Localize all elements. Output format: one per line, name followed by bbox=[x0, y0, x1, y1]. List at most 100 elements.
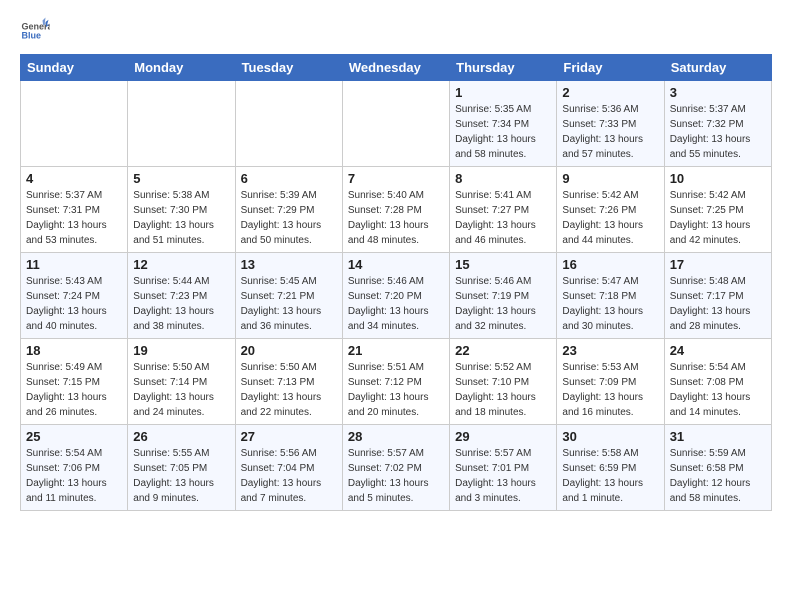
day-number: 24 bbox=[670, 343, 766, 358]
day-info: Sunrise: 5:59 AM Sunset: 6:58 PM Dayligh… bbox=[670, 446, 766, 506]
calendar-cell: 6 Sunrise: 5:39 AM Sunset: 7:29 PM Daylig… bbox=[235, 167, 342, 253]
day-number: 30 bbox=[562, 429, 658, 444]
day-number: 1 bbox=[455, 85, 551, 100]
day-number: 3 bbox=[670, 85, 766, 100]
day-info: Sunrise: 5:38 AM Sunset: 7:30 PM Dayligh… bbox=[133, 188, 229, 248]
calendar-cell: 10Sunrise: 5:42 AM Sunset: 7:25 PM Dayli… bbox=[664, 167, 771, 253]
calendar-cell: 29 Sunrise: 5:57 AM Sunset: 7:01 PM Dayli… bbox=[450, 425, 557, 511]
calendar-cell: 4 Sunrise: 5:37 AM Sunset: 7:31 PM Daylig… bbox=[21, 167, 128, 253]
calendar-cell: 30 Sunrise: 5:58 AM Sunset: 6:59 PM Dayli… bbox=[557, 425, 664, 511]
day-info: Sunrise: 5:49 AM Sunset: 7:15 PM Dayligh… bbox=[26, 360, 122, 420]
day-info: Sunrise: 5:42 AM Sunset: 7:26 PM Dayligh… bbox=[562, 188, 658, 248]
day-info: Sunrise: 5:51 AM Sunset: 7:12 PM Dayligh… bbox=[348, 360, 444, 420]
calendar-cell bbox=[21, 81, 128, 167]
calendar-cell: 27 Sunrise: 5:56 AM Sunset: 7:04 PM Dayli… bbox=[235, 425, 342, 511]
calendar-cell: 13Sunrise: 5:45 AM Sunset: 7:21 PM Dayli… bbox=[235, 253, 342, 339]
day-number: 16 bbox=[562, 257, 658, 272]
calendar-cell: 21 Sunrise: 5:51 AM Sunset: 7:12 PM Dayli… bbox=[342, 339, 449, 425]
calendar-cell: 25 Sunrise: 5:54 AM Sunset: 7:06 PM Dayli… bbox=[21, 425, 128, 511]
svg-text:Blue: Blue bbox=[22, 31, 42, 41]
calendar-cell: 20 Sunrise: 5:50 AM Sunset: 7:13 PM Dayli… bbox=[235, 339, 342, 425]
day-number: 2 bbox=[562, 85, 658, 100]
day-number: 21 bbox=[348, 343, 444, 358]
day-info: Sunrise: 5:52 AM Sunset: 7:10 PM Dayligh… bbox=[455, 360, 551, 420]
day-number: 9 bbox=[562, 171, 658, 186]
calendar-cell: 17Sunrise: 5:48 AM Sunset: 7:17 PM Dayli… bbox=[664, 253, 771, 339]
day-info: Sunrise: 5:42 AM Sunset: 7:25 PM Dayligh… bbox=[670, 188, 766, 248]
day-info: Sunrise: 5:35 AM Sunset: 7:34 PM Dayligh… bbox=[455, 102, 551, 162]
day-number: 28 bbox=[348, 429, 444, 444]
weekday-header-row: SundayMondayTuesdayWednesdayThursdayFrid… bbox=[21, 55, 772, 81]
calendar-cell: 7Sunrise: 5:40 AM Sunset: 7:28 PM Daylig… bbox=[342, 167, 449, 253]
weekday-header: Saturday bbox=[664, 55, 771, 81]
weekday-header: Monday bbox=[128, 55, 235, 81]
day-number: 4 bbox=[26, 171, 122, 186]
day-info: Sunrise: 5:57 AM Sunset: 7:01 PM Dayligh… bbox=[455, 446, 551, 506]
weekday-header: Friday bbox=[557, 55, 664, 81]
calendar-cell bbox=[342, 81, 449, 167]
calendar-cell: 8 Sunrise: 5:41 AM Sunset: 7:27 PM Daylig… bbox=[450, 167, 557, 253]
calendar-cell: 26 Sunrise: 5:55 AM Sunset: 7:05 PM Dayli… bbox=[128, 425, 235, 511]
day-number: 6 bbox=[241, 171, 337, 186]
calendar-cell: 28Sunrise: 5:57 AM Sunset: 7:02 PM Dayli… bbox=[342, 425, 449, 511]
day-info: Sunrise: 5:58 AM Sunset: 6:59 PM Dayligh… bbox=[562, 446, 658, 506]
calendar-week-row: 25 Sunrise: 5:54 AM Sunset: 7:06 PM Dayli… bbox=[21, 425, 772, 511]
day-number: 27 bbox=[241, 429, 337, 444]
calendar-cell: 3 Sunrise: 5:37 AM Sunset: 7:32 PM Daylig… bbox=[664, 81, 771, 167]
calendar-week-row: 4 Sunrise: 5:37 AM Sunset: 7:31 PM Daylig… bbox=[21, 167, 772, 253]
calendar-cell bbox=[235, 81, 342, 167]
day-number: 12 bbox=[133, 257, 229, 272]
calendar-cell: 5 Sunrise: 5:38 AM Sunset: 7:30 PM Daylig… bbox=[128, 167, 235, 253]
calendar-cell: 9 Sunrise: 5:42 AM Sunset: 7:26 PM Daylig… bbox=[557, 167, 664, 253]
day-number: 13 bbox=[241, 257, 337, 272]
calendar-week-row: 1 Sunrise: 5:35 AM Sunset: 7:34 PM Daylig… bbox=[21, 81, 772, 167]
calendar-cell: 18Sunrise: 5:49 AM Sunset: 7:15 PM Dayli… bbox=[21, 339, 128, 425]
calendar-week-row: 18Sunrise: 5:49 AM Sunset: 7:15 PM Dayli… bbox=[21, 339, 772, 425]
weekday-header: Wednesday bbox=[342, 55, 449, 81]
calendar-cell: 19Sunrise: 5:50 AM Sunset: 7:14 PM Dayli… bbox=[128, 339, 235, 425]
day-info: Sunrise: 5:53 AM Sunset: 7:09 PM Dayligh… bbox=[562, 360, 658, 420]
day-info: Sunrise: 5:43 AM Sunset: 7:24 PM Dayligh… bbox=[26, 274, 122, 334]
day-info: Sunrise: 5:37 AM Sunset: 7:31 PM Dayligh… bbox=[26, 188, 122, 248]
day-info: Sunrise: 5:37 AM Sunset: 7:32 PM Dayligh… bbox=[670, 102, 766, 162]
day-number: 23 bbox=[562, 343, 658, 358]
day-number: 25 bbox=[26, 429, 122, 444]
calendar-cell: 12 Sunrise: 5:44 AM Sunset: 7:23 PM Dayli… bbox=[128, 253, 235, 339]
day-info: Sunrise: 5:47 AM Sunset: 7:18 PM Dayligh… bbox=[562, 274, 658, 334]
calendar-cell: 2Sunrise: 5:36 AM Sunset: 7:33 PM Daylig… bbox=[557, 81, 664, 167]
day-number: 26 bbox=[133, 429, 229, 444]
calendar-table: SundayMondayTuesdayWednesdayThursdayFrid… bbox=[20, 54, 772, 511]
day-info: Sunrise: 5:44 AM Sunset: 7:23 PM Dayligh… bbox=[133, 274, 229, 334]
day-number: 31 bbox=[670, 429, 766, 444]
day-number: 7 bbox=[348, 171, 444, 186]
day-info: Sunrise: 5:46 AM Sunset: 7:20 PM Dayligh… bbox=[348, 274, 444, 334]
calendar-cell: 23 Sunrise: 5:53 AM Sunset: 7:09 PM Dayli… bbox=[557, 339, 664, 425]
weekday-header: Sunday bbox=[21, 55, 128, 81]
day-number: 14 bbox=[348, 257, 444, 272]
day-info: Sunrise: 5:41 AM Sunset: 7:27 PM Dayligh… bbox=[455, 188, 551, 248]
logo: General Blue bbox=[20, 16, 50, 46]
day-number: 15 bbox=[455, 257, 551, 272]
weekday-header: Thursday bbox=[450, 55, 557, 81]
day-number: 29 bbox=[455, 429, 551, 444]
day-info: Sunrise: 5:50 AM Sunset: 7:13 PM Dayligh… bbox=[241, 360, 337, 420]
logo-icon: General Blue bbox=[20, 16, 50, 46]
calendar-cell: 14 Sunrise: 5:46 AM Sunset: 7:20 PM Dayli… bbox=[342, 253, 449, 339]
calendar-cell: 31 Sunrise: 5:59 AM Sunset: 6:58 PM Dayli… bbox=[664, 425, 771, 511]
day-info: Sunrise: 5:55 AM Sunset: 7:05 PM Dayligh… bbox=[133, 446, 229, 506]
calendar-cell: 22Sunrise: 5:52 AM Sunset: 7:10 PM Dayli… bbox=[450, 339, 557, 425]
day-info: Sunrise: 5:39 AM Sunset: 7:29 PM Dayligh… bbox=[241, 188, 337, 248]
day-info: Sunrise: 5:54 AM Sunset: 7:06 PM Dayligh… bbox=[26, 446, 122, 506]
day-number: 11 bbox=[26, 257, 122, 272]
day-info: Sunrise: 5:56 AM Sunset: 7:04 PM Dayligh… bbox=[241, 446, 337, 506]
header: General Blue bbox=[20, 16, 772, 46]
weekday-header: Tuesday bbox=[235, 55, 342, 81]
day-number: 20 bbox=[241, 343, 337, 358]
day-number: 8 bbox=[455, 171, 551, 186]
calendar-cell: 24Sunrise: 5:54 AM Sunset: 7:08 PM Dayli… bbox=[664, 339, 771, 425]
day-number: 5 bbox=[133, 171, 229, 186]
calendar-cell: 16 Sunrise: 5:47 AM Sunset: 7:18 PM Dayli… bbox=[557, 253, 664, 339]
calendar-cell bbox=[128, 81, 235, 167]
day-number: 19 bbox=[133, 343, 229, 358]
calendar-cell: 1 Sunrise: 5:35 AM Sunset: 7:34 PM Daylig… bbox=[450, 81, 557, 167]
